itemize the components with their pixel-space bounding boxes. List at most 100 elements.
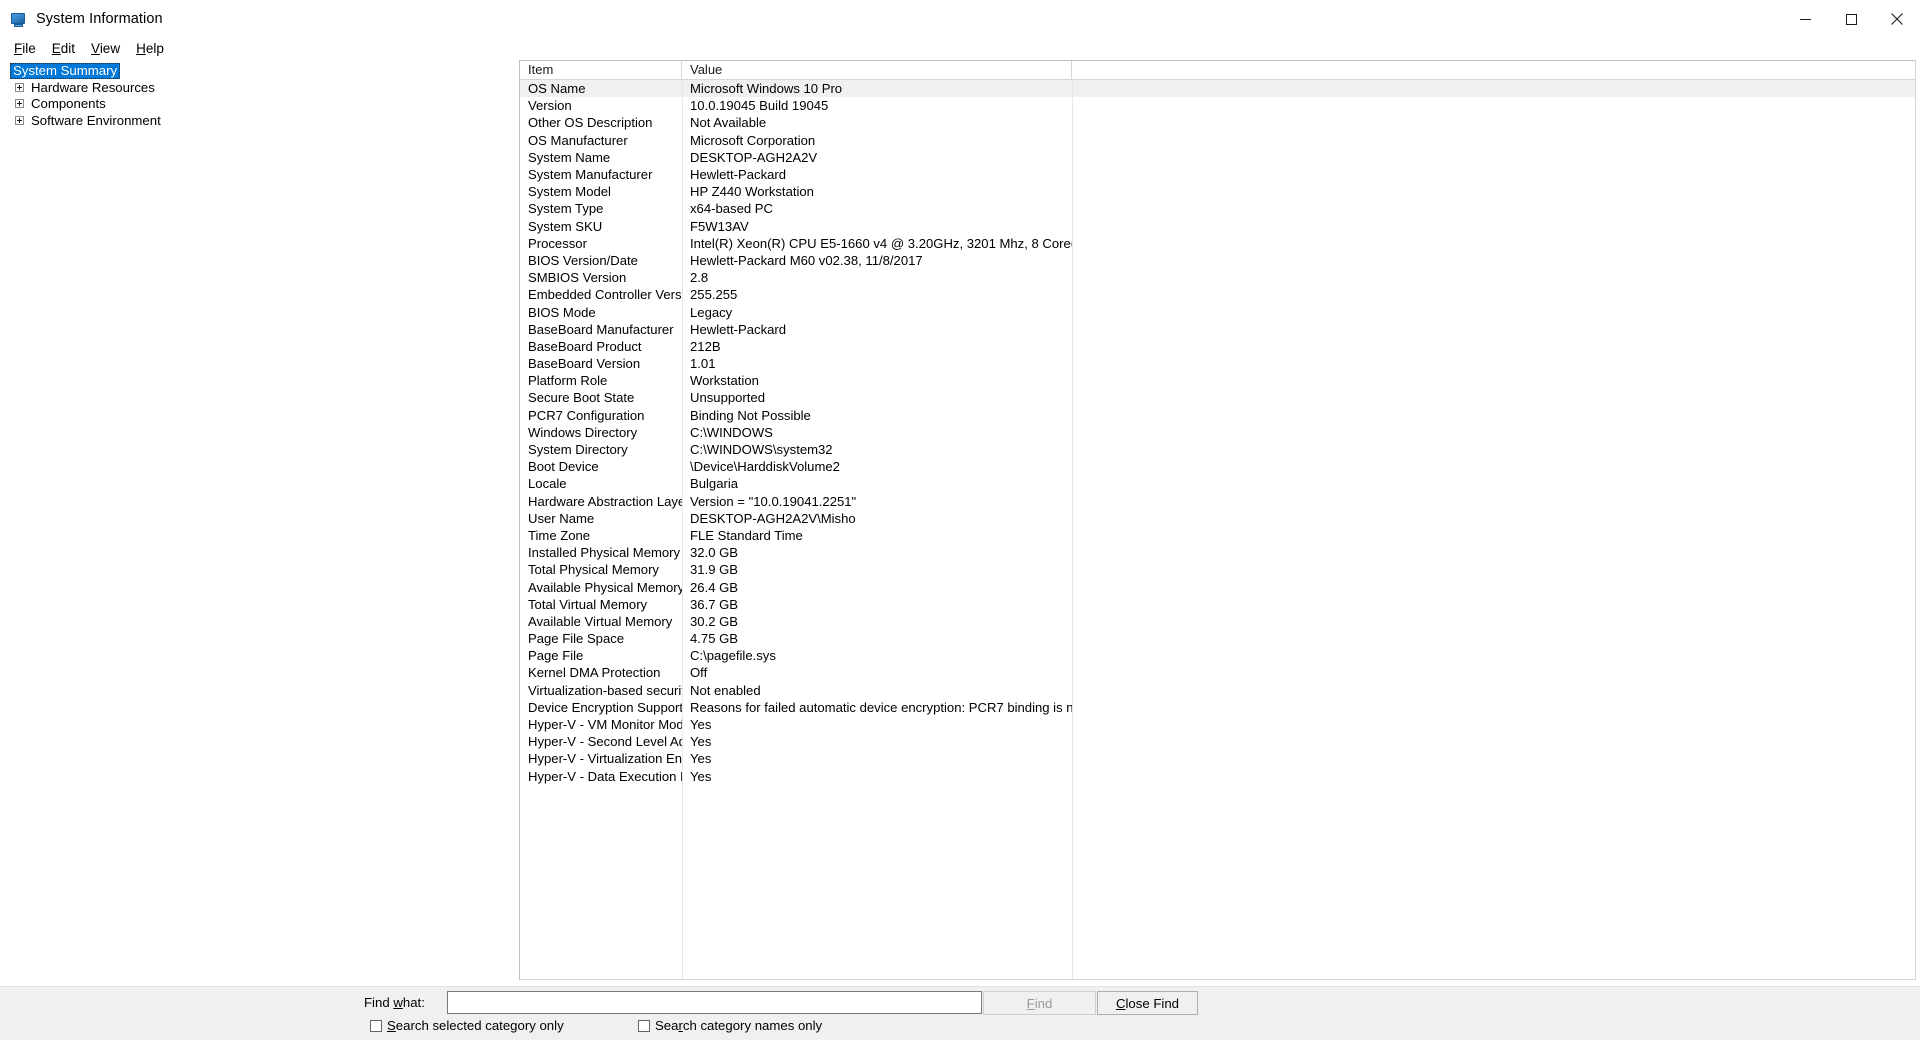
table-row[interactable]: Hyper-V - Second Level Addres... Yes xyxy=(520,733,1915,750)
find-input[interactable] xyxy=(447,991,982,1014)
cell-value: Bulgaria xyxy=(690,476,739,492)
cell-value: FLE Standard Time xyxy=(690,527,803,543)
search-category-names-checkbox[interactable]: Search category names only xyxy=(638,1018,822,1033)
table-row[interactable]: Kernel DMA Protection Off xyxy=(520,664,1915,681)
table-row[interactable]: Hyper-V - VM Monitor Mode E... Yes xyxy=(520,716,1915,733)
table-row[interactable]: Total Virtual Memory 36.7 GB xyxy=(520,596,1915,613)
table-row[interactable]: Secure Boot State Unsupported xyxy=(520,389,1915,406)
cell-value: 10.0.19045 Build 19045 xyxy=(690,98,829,114)
table-row[interactable]: Hyper-V - Data Execution Prote... Yes xyxy=(520,768,1915,785)
table-row[interactable]: Page File Space 4.75 GB xyxy=(520,630,1915,647)
table-row[interactable]: BaseBoard Manufacturer Hewlett-Packard xyxy=(520,321,1915,338)
tree-item-system-summary[interactable]: System Summary xyxy=(5,63,516,80)
table-row[interactable]: Version 10.0.19045 Build 19045 xyxy=(520,97,1915,114)
search-selected-category-suffix: earch selected category only xyxy=(395,1018,564,1033)
checkbox-box-icon[interactable] xyxy=(638,1019,650,1032)
cell-value: 4.75 GB xyxy=(690,631,739,647)
table-row[interactable]: Windows Directory C:\WINDOWS xyxy=(520,424,1915,441)
menu-edit[interactable]: Edit xyxy=(44,39,83,59)
close-find-button[interactable]: Close Find xyxy=(1097,991,1198,1015)
cell-value: Hewlett-Packard xyxy=(690,321,787,337)
tree-item-software-environment[interactable]: Software Environment xyxy=(5,112,516,128)
cell-item: Available Physical Memory xyxy=(528,579,682,595)
table-row[interactable]: BaseBoard Product 212B xyxy=(520,338,1915,355)
table-row[interactable]: System Name DESKTOP-AGH2A2V xyxy=(520,149,1915,166)
cell-value: DESKTOP-AGH2A2V\Misho xyxy=(690,510,856,526)
table-row[interactable]: Installed Physical Memory (RAM) 32.0 GB xyxy=(520,544,1915,561)
maximize-icon[interactable] xyxy=(1828,0,1874,38)
table-row[interactable]: Device Encryption Support Reasons for fai… xyxy=(520,699,1915,716)
cell-value: Workstation xyxy=(690,373,759,389)
cell-item: BaseBoard Version xyxy=(528,356,641,372)
tree-item-components[interactable]: Components xyxy=(5,96,516,112)
title-bar: System Information xyxy=(0,0,1920,38)
table-row[interactable]: Page File C:\pagefile.sys xyxy=(520,647,1915,664)
cell-value: Reasons for failed automatic device encr… xyxy=(690,699,1072,715)
table-row[interactable]: Boot Device \Device\HarddiskVolume2 xyxy=(520,458,1915,475)
find-button[interactable]: Find xyxy=(983,991,1096,1015)
table-row[interactable]: User Name DESKTOP-AGH2A2V\Misho xyxy=(520,510,1915,527)
table-row[interactable]: Time Zone FLE Standard Time xyxy=(520,527,1915,544)
menu-edit-accel: E xyxy=(51,41,61,56)
table-row[interactable]: System SKU F5W13AV xyxy=(520,218,1915,235)
table-header: Item Value xyxy=(520,61,1915,80)
table-row[interactable]: BIOS Mode Legacy xyxy=(520,303,1915,320)
search-selected-category-checkbox[interactable]: Search selected category only xyxy=(370,1018,564,1033)
menu-view[interactable]: View xyxy=(83,39,128,59)
expand-plus-icon[interactable] xyxy=(15,82,24,92)
table-row[interactable]: Available Virtual Memory 30.2 GB xyxy=(520,613,1915,630)
find-what-label-prefix: Find xyxy=(364,995,394,1010)
minimize-icon[interactable] xyxy=(1782,0,1828,38)
table-row[interactable]: System Manufacturer Hewlett-Packard xyxy=(520,166,1915,183)
cell-value: 32.0 GB xyxy=(690,545,739,561)
details-list[interactable]: Item Value OS Name Microsoft Windows 10 P… xyxy=(519,60,1916,980)
find-bar: Find what: Find Close Find Search select… xyxy=(0,986,1920,1040)
cell-value: Hewlett-Packard M60 v02.38, 11/8/2017 xyxy=(690,252,923,268)
cell-value: Yes xyxy=(690,751,712,767)
cell-item: Installed Physical Memory (RAM) xyxy=(528,545,682,561)
expand-plus-icon[interactable] xyxy=(15,99,24,109)
category-tree[interactable]: System Summary Hardware Resources Compon… xyxy=(4,60,517,980)
table-row[interactable]: Hyper-V - Virtualization Enable... Yes xyxy=(520,750,1915,767)
cell-value: C:\WINDOWS xyxy=(690,424,773,440)
menu-help[interactable]: Help xyxy=(128,39,172,59)
cell-item: BIOS Mode xyxy=(528,304,596,320)
column-header-value[interactable]: Value xyxy=(682,61,1072,79)
cell-value: Legacy xyxy=(690,304,733,320)
menu-file[interactable]: File xyxy=(6,39,44,59)
table-row[interactable]: Platform Role Workstation xyxy=(520,372,1915,389)
table-row[interactable]: System Type x64-based PC xyxy=(520,200,1915,217)
tree-item-software-environment-label: Software Environment xyxy=(31,112,161,128)
cell-item: Other OS Description xyxy=(528,115,653,131)
expand-plus-icon[interactable] xyxy=(15,115,24,125)
column-header-item[interactable]: Item xyxy=(520,61,682,79)
table-row[interactable]: Available Physical Memory 26.4 GB xyxy=(520,578,1915,595)
cell-value: HP Z440 Workstation xyxy=(690,184,814,200)
tree-item-hardware-resources[interactable]: Hardware Resources xyxy=(5,79,516,95)
table-row[interactable]: Other OS Description Not Available xyxy=(520,114,1915,131)
table-row[interactable]: System Directory C:\WINDOWS\system32 xyxy=(520,441,1915,458)
close-icon[interactable] xyxy=(1874,0,1920,38)
table-row[interactable]: Total Physical Memory 31.9 GB xyxy=(520,561,1915,578)
cell-value: Not enabled xyxy=(690,682,761,698)
search-selected-category-accel: S xyxy=(387,1018,396,1033)
table-row[interactable]: BaseBoard Version 1.01 xyxy=(520,355,1915,372)
cell-item: Virtualization-based security xyxy=(528,682,682,698)
cell-item: Hyper-V - VM Monitor Mode E... xyxy=(528,717,682,733)
table-row[interactable]: PCR7 Configuration Binding Not Possible xyxy=(520,407,1915,424)
table-row[interactable]: Locale Bulgaria xyxy=(520,475,1915,492)
table-row[interactable]: BIOS Version/Date Hewlett-Packard M60 v02… xyxy=(520,252,1915,269)
table-row[interactable]: System Model HP Z440 Workstation xyxy=(520,183,1915,200)
cell-item: Total Virtual Memory xyxy=(528,596,648,612)
cell-item: Embedded Controller Version xyxy=(528,287,682,303)
column-divider xyxy=(1072,80,1073,979)
table-row[interactable]: Embedded Controller Version 255.255 xyxy=(520,286,1915,303)
table-row[interactable]: OS Name Microsoft Windows 10 Pro xyxy=(520,80,1915,98)
table-row[interactable]: OS Manufacturer Microsoft Corporation xyxy=(520,132,1915,149)
checkbox-box-icon[interactable] xyxy=(370,1019,382,1032)
table-row[interactable]: Processor Intel(R) Xeon(R) CPU E5-1660 v4… xyxy=(520,235,1915,252)
table-row[interactable]: SMBIOS Version 2.8 xyxy=(520,269,1915,286)
table-row[interactable]: Virtualization-based security Not enabled xyxy=(520,682,1915,699)
table-row[interactable]: Hardware Abstraction Layer Version = "10.… xyxy=(520,493,1915,510)
cell-value: 212B xyxy=(690,338,721,354)
